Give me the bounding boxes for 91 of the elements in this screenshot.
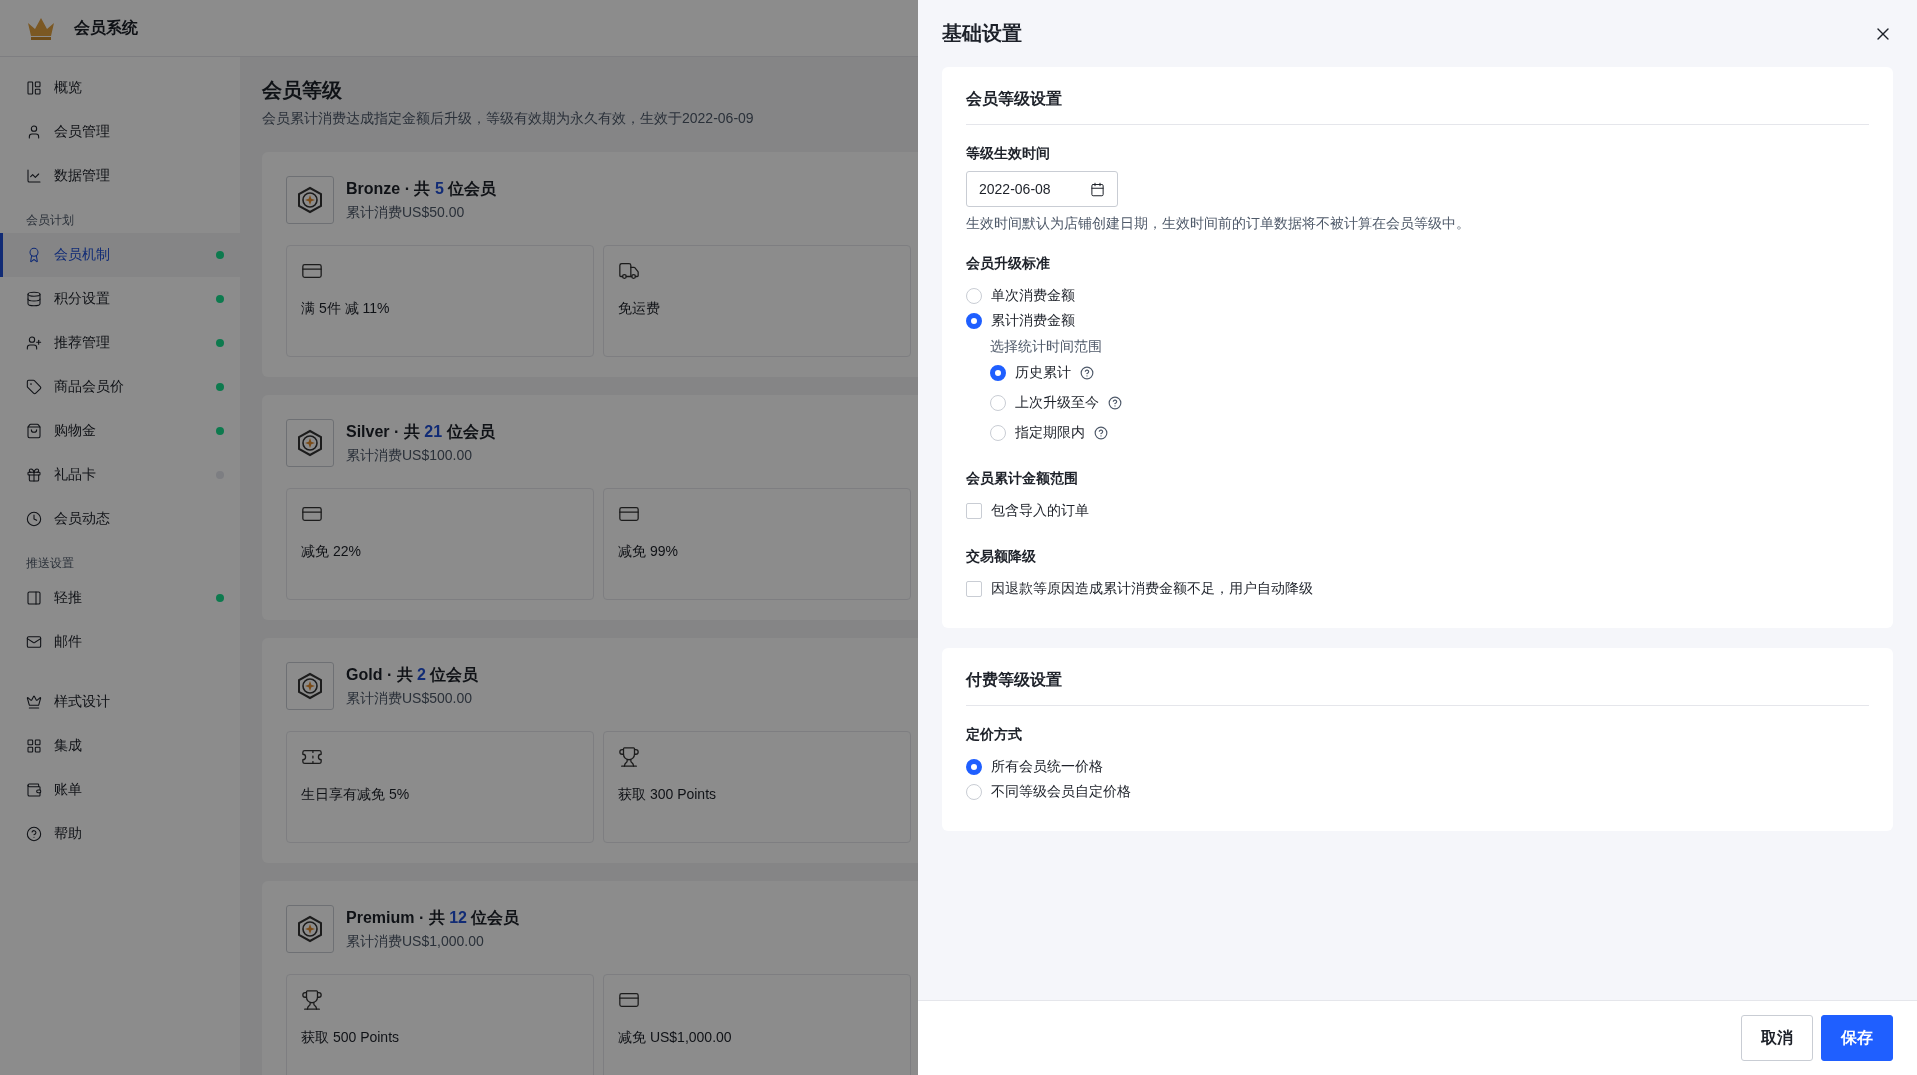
drawer-title: 基础设置 (942, 21, 1022, 46)
tier-spend: 累计消费US$100.00 (346, 446, 474, 465)
radio-button[interactable] (966, 313, 982, 329)
calendar-icon (1090, 181, 1105, 197)
option-label: 上次升级至今 (1015, 394, 1099, 412)
tier-title: Gold · 共 2 位会员 (346, 664, 479, 685)
option-label: 因退款等原因造成累计消费金额不足，用户自动降级 (991, 580, 1313, 598)
nav-item[interactable]: 概览 (0, 66, 240, 110)
truck-icon (618, 260, 640, 282)
option-label: 历史累计 (1015, 364, 1071, 382)
help-icon[interactable] (1094, 426, 1108, 440)
field-label: 定价方式 (966, 726, 1023, 744)
nav-icon (26, 124, 42, 140)
field-label: 等级生效时间 (966, 145, 1051, 163)
hexagon-badge-icon (296, 672, 324, 700)
nav-icon (26, 694, 42, 710)
nav-icon (26, 335, 42, 351)
nav-icon (26, 168, 42, 184)
nav-icon (26, 379, 42, 395)
card-title: 会员等级设置 (966, 89, 1869, 125)
option-label: 不同等级会员自定价格 (991, 783, 1131, 801)
option-label: 累计消费金额 (991, 312, 1075, 330)
nav-icon (26, 826, 42, 842)
tier-spend: 累计消费US$50.00 (346, 203, 466, 222)
cancel-button[interactable]: 取消 (1741, 1015, 1813, 1061)
nav-section-title: 会员计划 (25, 212, 75, 229)
nav-icon (26, 738, 42, 754)
option-label: 指定期限内 (1015, 424, 1085, 442)
tier-spend: 累计消费US$1,000.00 (346, 932, 485, 951)
tier-spend: 累计消费US$500.00 (346, 689, 474, 708)
nav-item[interactable]: 推荐管理 (0, 321, 240, 365)
nav-item[interactable]: 商品会员价 (0, 365, 240, 409)
nav-icon (26, 511, 42, 527)
nav-item[interactable]: 集成 (0, 724, 240, 768)
radio-button[interactable] (990, 365, 1006, 381)
nav-icon (26, 467, 42, 483)
nav-icon (26, 590, 42, 606)
nav-icon (26, 291, 42, 307)
app-title: 会员系统 (74, 17, 138, 38)
tier-title: Silver · 共 21 位会员 (346, 421, 495, 442)
nav-item[interactable]: 会员动态 (0, 497, 240, 541)
field-hint: 生效时间默认为店铺创建日期，生效时间前的订单数据将不被计算在会员等级中。 (966, 215, 1471, 233)
nav-icon (26, 634, 42, 650)
nav-item[interactable]: 邮件 (0, 620, 240, 664)
checkbox[interactable] (966, 581, 982, 597)
benefit-text: 减免 99% (618, 543, 679, 561)
trophy-icon (301, 989, 323, 1011)
help-icon[interactable] (1080, 366, 1094, 380)
benefit-text: 免运费 (618, 300, 661, 318)
help-icon[interactable] (1108, 396, 1122, 410)
nav-item[interactable]: 会员管理 (0, 110, 240, 154)
benefit-text: 满 5件 减 11% (301, 300, 391, 318)
field-label: 会员升级标准 (966, 255, 1051, 273)
benefit-text: 减免 22% (301, 543, 362, 561)
option-label: 包含导入的订单 (991, 502, 1089, 520)
hexagon-badge-icon (296, 429, 324, 457)
page-subtitle: 会员累计消费达成指定金额后升级，等级有效期为永久有效，生效于2022-06-09 (262, 110, 755, 128)
trophy-icon (618, 746, 640, 768)
nav-item[interactable]: 礼品卡 (0, 453, 240, 497)
nav-item[interactable]: 账单 (0, 768, 240, 812)
nav-item[interactable]: 轻推 (0, 576, 240, 620)
nav-item[interactable]: 数据管理 (0, 154, 240, 198)
save-button[interactable]: 保存 (1821, 1015, 1893, 1061)
benefit-text: 获取 500 Points (301, 1029, 401, 1047)
hexagon-badge-icon (296, 186, 324, 214)
radio-button[interactable] (966, 759, 982, 775)
nav-item[interactable]: 购物金 (0, 409, 240, 453)
nav-section-title: 推送设置 (25, 555, 75, 572)
nav-item[interactable]: 会员机制 (0, 233, 240, 277)
checkbox[interactable] (966, 503, 982, 519)
tier-title: Premium · 共 12 位会员 (346, 907, 520, 928)
option-label: 所有会员统一价格 (991, 758, 1103, 776)
field-label: 会员累计金额范围 (966, 470, 1079, 488)
nav-item[interactable]: 帮助 (0, 812, 240, 856)
nav-icon (26, 80, 42, 96)
sub-label: 选择统计时间范围 (990, 338, 1103, 356)
nav-icon (26, 782, 42, 798)
nav-item[interactable]: 样式设计 (0, 680, 240, 724)
nav-icon (26, 247, 42, 263)
hexagon-badge-icon (296, 915, 324, 943)
benefit-text: 减免 US$1,000.00 (618, 1029, 733, 1047)
tier-title: Bronze · 共 5 位会员 (346, 178, 497, 199)
nav-icon (26, 423, 42, 439)
card-title: 付费等级设置 (966, 670, 1869, 706)
nav-item[interactable]: 积分设置 (0, 277, 240, 321)
field-label: 交易额降级 (966, 548, 1037, 566)
benefit-text: 获取 300 Points (618, 786, 718, 804)
option-label: 单次消费金额 (991, 287, 1075, 305)
page-title: 会员等级 (262, 78, 343, 103)
benefit-text: 生日享有减免 5% (301, 786, 411, 804)
date-field[interactable]: 2022-06-08 (966, 171, 1118, 207)
